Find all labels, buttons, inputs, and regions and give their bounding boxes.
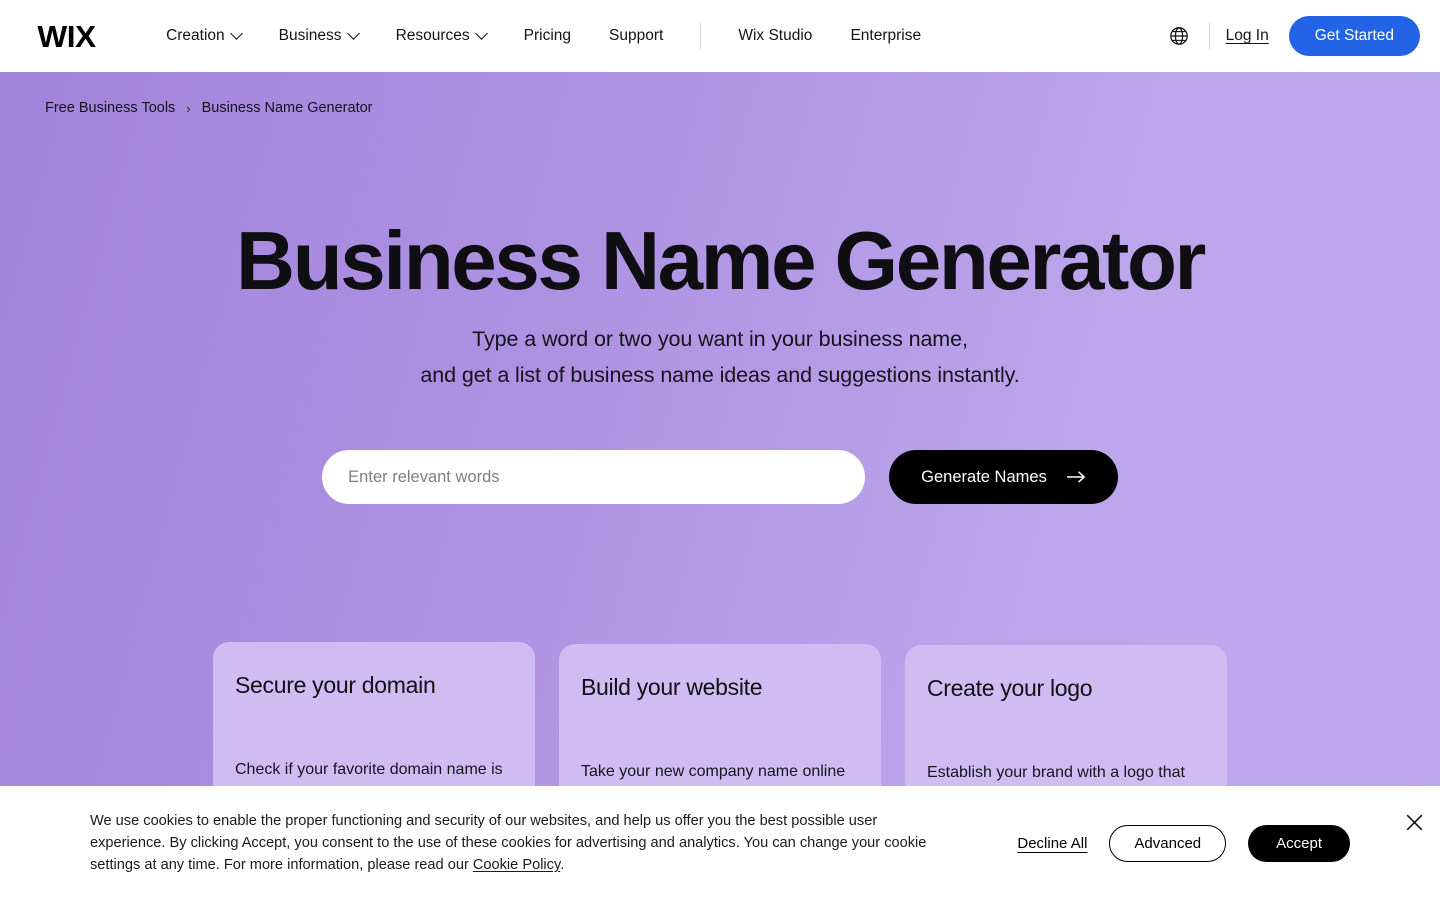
main-navigation: Creation Business Resources Pricing Supp… [147, 23, 940, 49]
nav-divider [700, 23, 702, 49]
breadcrumb: Free Business Tools › Business Name Gene… [45, 100, 373, 116]
card-title: Build your website [581, 674, 763, 700]
arrow-right-icon [1066, 470, 1086, 484]
breadcrumb-current: Business Name Generator [201, 100, 373, 116]
nav-item-creation[interactable]: Creation [147, 26, 260, 45]
hero-subtitle-line-1: Type a word or two you want in your busi… [472, 327, 968, 351]
cookie-text: We use cookies to enable the proper func… [90, 810, 935, 877]
advanced-button[interactable]: Advanced [1109, 824, 1227, 862]
card-title: Secure your domain [235, 672, 436, 698]
page-root: WIX Creation Business Resources Pricing … [0, 0, 1440, 900]
hero-subtitle-line-2: and get a list of business name ideas an… [420, 362, 1020, 387]
nav-label: Support [609, 27, 664, 45]
generate-names-label: Generate Names [921, 467, 1047, 486]
hero-subtitle: Type a word or two you want in your busi… [0, 322, 1440, 393]
card-body: Check if your favorite domain name is [235, 760, 503, 778]
generator-form: Generate Names [0, 450, 1440, 504]
keyword-input[interactable] [322, 450, 866, 504]
nav-item-support[interactable]: Support [590, 28, 682, 44]
get-started-button[interactable]: Get Started [1288, 16, 1420, 56]
header-divider [1208, 23, 1210, 49]
nav-item-wix-studio[interactable]: Wix Studio [719, 28, 831, 44]
nav-item-resources[interactable]: Resources [377, 26, 505, 45]
cookie-consent-banner: We use cookies to enable the proper func… [0, 786, 1440, 900]
card-body: Take your new company name online [581, 762, 846, 780]
decline-all-button[interactable]: Decline All [1017, 835, 1087, 852]
cookie-actions: Decline All Advanced Accept [1017, 824, 1406, 862]
nav-label: Enterprise [850, 27, 922, 45]
chevron-down-icon [229, 26, 243, 40]
nav-label: Resources [395, 27, 470, 45]
nav-label: Pricing [523, 27, 572, 45]
generate-names-button[interactable]: Generate Names [889, 450, 1118, 504]
cookie-policy-link[interactable]: Cookie Policy [473, 857, 560, 873]
page-title: Business Name Generator [236, 214, 1206, 307]
nav-item-enterprise[interactable]: Enterprise [831, 28, 940, 44]
globe-icon[interactable] [1169, 26, 1189, 46]
nav-item-business[interactable]: Business [260, 26, 377, 45]
close-icon[interactable] [1400, 808, 1428, 836]
breadcrumb-parent[interactable]: Free Business Tools [45, 100, 175, 116]
chevron-down-icon [346, 26, 360, 40]
card-body: Establish your brand with a logo that [927, 763, 1185, 781]
site-header: WIX Creation Business Resources Pricing … [0, 0, 1440, 72]
nav-label: Business [278, 27, 342, 45]
accept-button[interactable]: Accept [1248, 824, 1350, 862]
nav-label: Creation [166, 27, 225, 45]
nav-item-pricing[interactable]: Pricing [505, 28, 590, 44]
chevron-down-icon [474, 26, 488, 40]
hero-section: Free Business Tools › Business Name Gene… [0, 72, 1440, 900]
log-in-link[interactable]: Log In [1226, 27, 1269, 45]
card-title: Create your logo [927, 675, 1093, 701]
header-actions: Log In Get Started [1169, 16, 1420, 56]
cookie-text-end: . [560, 857, 565, 874]
breadcrumb-separator-icon: › [186, 100, 191, 116]
nav-label: Wix Studio [738, 27, 813, 45]
wix-logo[interactable]: WIX [37, 21, 96, 52]
